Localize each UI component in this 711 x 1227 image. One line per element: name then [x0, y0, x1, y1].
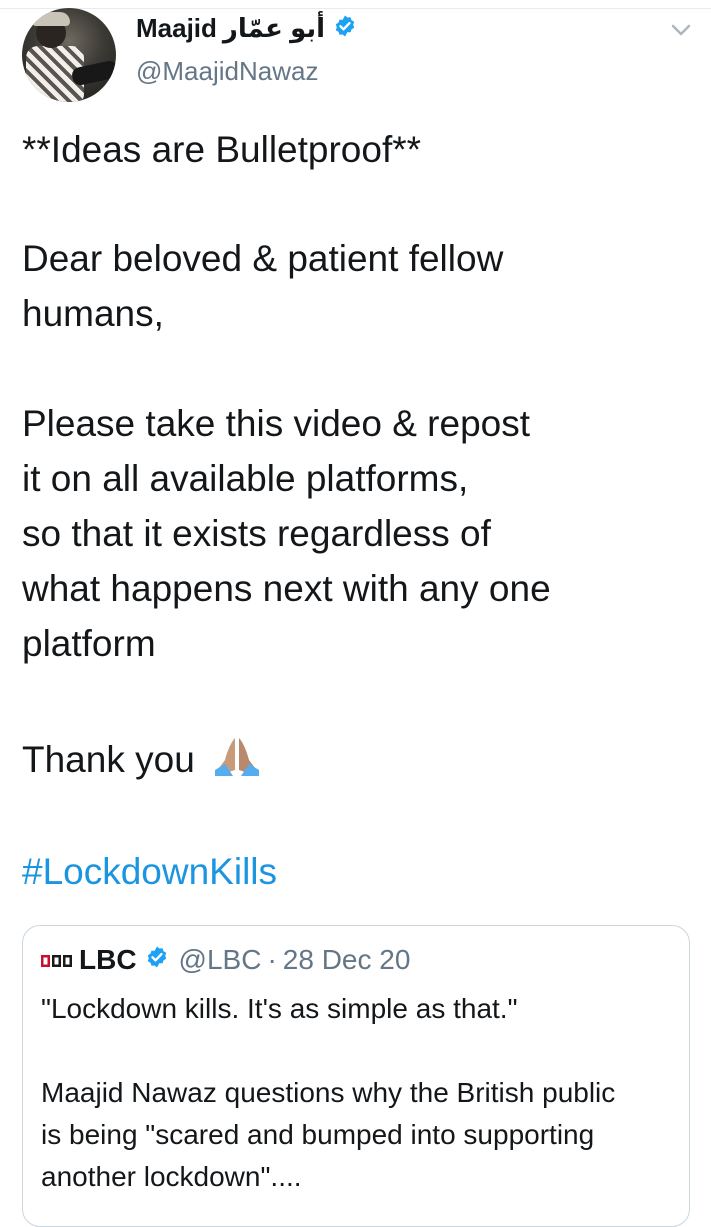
author-avatar[interactable]	[22, 8, 116, 102]
quoted-tweet-header: LBC @LBC · 28 Dec 20	[41, 940, 410, 980]
quoted-tweet-line: another lockdown"....	[41, 1161, 302, 1192]
thank-you-line: Thank you	[22, 733, 263, 787]
quoted-author-name[interactable]: LBC	[79, 944, 137, 976]
quoted-tweet-line: is being "scared and bumped into support…	[41, 1119, 595, 1150]
tweet-line: Dear beloved & patient fellow	[22, 238, 504, 279]
tweet-line: it on all available platforms,	[22, 458, 469, 499]
tweet-line: **Ideas are Bulletproof**	[22, 129, 422, 170]
tweet-line: Please take this video & repost	[22, 403, 531, 444]
tweet-line: so that it exists regardless of	[22, 513, 491, 554]
tweet-line: platform	[22, 623, 156, 664]
quoted-tweet-line: "Lockdown kills. It's as simple as that.…	[41, 993, 518, 1024]
tweet-line: humans,	[22, 293, 164, 334]
author-name[interactable]: Maajid	[136, 13, 217, 44]
tweet-line: what happens next with any one	[22, 568, 551, 609]
hashtag-link[interactable]: #LockdownKills	[22, 845, 277, 899]
thank-you-text: Thank you	[22, 739, 195, 780]
lbc-logo-icon	[41, 944, 73, 976]
chevron-down-icon[interactable]	[670, 20, 692, 40]
meta-separator: ·	[267, 944, 277, 975]
quoted-tweet-line: Maajid Nawaz questions why the British p…	[41, 1077, 616, 1108]
author-name-arabic[interactable]: أبو عمّار	[223, 13, 325, 44]
quoted-verified-badge-icon	[143, 944, 169, 976]
verified-badge-icon	[331, 14, 357, 43]
folded-hands-icon	[205, 738, 263, 780]
author-name-row[interactable]: Maajid أبو عمّار	[136, 10, 357, 46]
top-border	[0, 0, 711, 9]
author-handle[interactable]: @MaajidNawaz	[136, 56, 318, 87]
quoted-tweet-card[interactable]: LBC @LBC · 28 Dec 20 "Lockdown kills. It…	[22, 925, 690, 1227]
quoted-handle[interactable]: @LBC	[179, 944, 262, 976]
quoted-date[interactable]: 28 Dec 20	[283, 944, 411, 976]
